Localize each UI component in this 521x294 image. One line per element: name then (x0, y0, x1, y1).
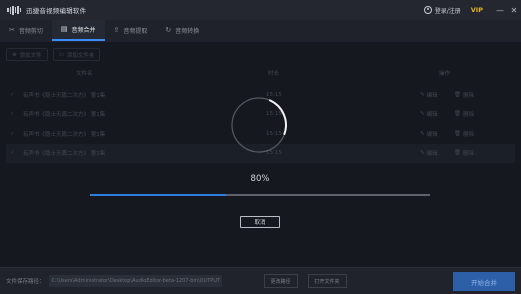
vip-badge[interactable]: VIP (471, 6, 483, 14)
start-merge-button[interactable]: 开始合并 (453, 272, 515, 291)
close-button[interactable]: ✕ (507, 0, 521, 20)
loading-spinner-icon (231, 97, 287, 153)
cancel-button[interactable]: 取消 (240, 216, 280, 228)
progress-percent: 80% (250, 174, 270, 184)
progress-fill (90, 194, 226, 196)
login-link[interactable]: 登录/注册 (435, 6, 461, 15)
tab-audio-extract[interactable]: ⇪ 音频提取 (105, 20, 157, 41)
tab-audio-merge[interactable]: ▤ 音频合并 (51, 20, 105, 41)
tab-label: 音频提取 (123, 28, 148, 35)
status-bar: 文件保存路径： C:\Users\Administrator\Desktop\A… (0, 267, 521, 294)
tab-audio-convert[interactable]: ↻ 音频转换 (156, 20, 208, 41)
app-title: 迅捷音视频编辑软件 (26, 7, 87, 15)
tab-audio-cut[interactable]: ✂ 音频剪切 (0, 20, 52, 41)
change-path-button[interactable]: 更改路径 (263, 274, 298, 288)
save-path-field[interactable]: C:\Users\Administrator\Desktop\AudioEdit… (48, 275, 222, 287)
tab-label: 音频合并 (71, 27, 96, 34)
minimize-button[interactable]: — (493, 0, 507, 20)
app-logo-icon (7, 5, 21, 15)
save-path-label: 文件保存路径： (6, 279, 45, 285)
open-folder-button[interactable]: 打开文件夹 (307, 274, 347, 288)
upload-icon: ⇪ (113, 26, 120, 34)
tab-label: 音频剪切 (18, 28, 43, 35)
title-bar: 迅捷音视频编辑软件 登录/注册 VIP — ✕ (0, 0, 521, 20)
scissors-icon: ✂ (9, 26, 15, 34)
tab-label: 音频转换 (175, 28, 200, 35)
user-icon[interactable] (423, 6, 432, 14)
tab-bar: ✂ 音频剪切 ▤ 音频合并 ⇪ 音频提取 ↻ 音频转换 (0, 20, 521, 42)
merge-icon: ▤ (60, 25, 68, 33)
refresh-icon: ↻ (165, 26, 172, 34)
progress-bar (90, 194, 430, 196)
